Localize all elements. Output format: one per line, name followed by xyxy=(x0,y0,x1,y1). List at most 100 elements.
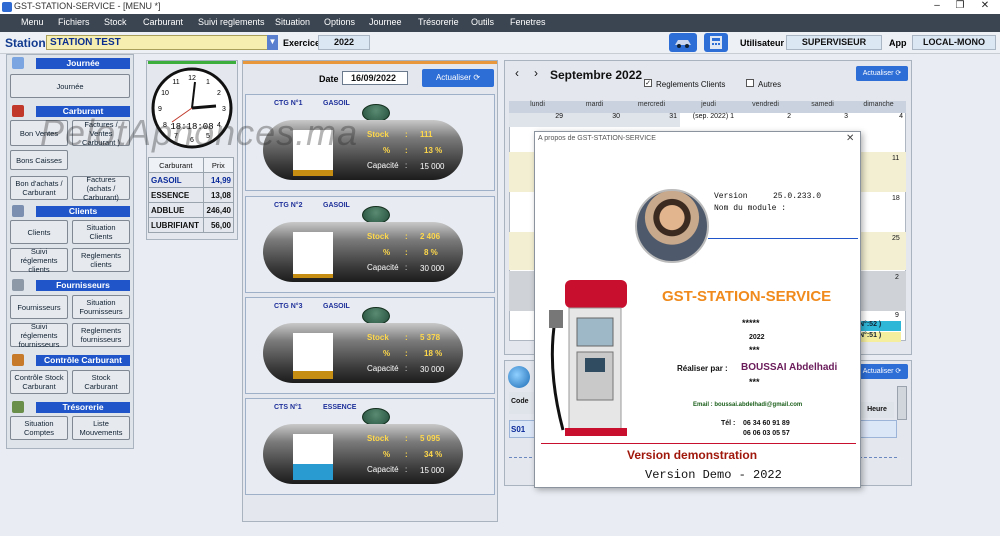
menu-outils[interactable]: Outils xyxy=(471,17,494,27)
reglements-fournisseurs-button[interactable]: Reglements fournisseurs xyxy=(72,323,130,347)
demo-title: Version demonstration xyxy=(627,448,758,462)
liste-mouvements-button[interactable]: Liste Mouvements xyxy=(72,416,130,440)
capacity-value: 15 000 xyxy=(420,466,445,475)
lower-refresh-button[interactable]: Actualiser ⟳ xyxy=(856,364,908,379)
clock-num-10: 10 xyxy=(161,90,169,97)
situation-fournisseurs-button[interactable]: Situation Fournisseurs xyxy=(72,295,130,319)
globe-icon xyxy=(508,366,530,388)
stars: ***** xyxy=(742,318,760,328)
row-code: S01 xyxy=(511,425,526,434)
calendar-day[interactable]: 2 xyxy=(737,113,794,127)
stock-carburant-button[interactable]: Stock Carburant xyxy=(72,370,130,394)
suivi-reglements-clients-button[interactable]: Suivi réglements clients xyxy=(10,247,68,274)
day-sat: samedi xyxy=(811,101,834,108)
situation-comptes-button[interactable]: Situation Comptes xyxy=(10,416,68,440)
calendar-day[interactable]: (sep. 2022) 1 xyxy=(680,113,737,127)
pct-value: 13 % xyxy=(424,146,443,155)
clients-button[interactable]: Clients xyxy=(10,220,68,244)
calendar-day[interactable]: 9 xyxy=(895,312,899,319)
station-select[interactable]: STATION TEST xyxy=(46,35,268,50)
event-badge[interactable]: N°:52 ) xyxy=(859,321,901,331)
app-icon xyxy=(2,2,12,12)
reglements-checkbox[interactable]: ✓ xyxy=(644,79,652,87)
controle-stock-button[interactable]: Contrôle Stock Carburant xyxy=(10,370,68,394)
tel-1: 06 34 60 91 89 xyxy=(743,420,790,427)
calendar-day[interactable]: 3 xyxy=(794,113,851,127)
suivi-reglements-fournisseurs-button[interactable]: Suivi réglements fournisseurs xyxy=(10,322,68,349)
tank-type: GASOIL xyxy=(323,303,350,310)
stock-value: 5 095 xyxy=(420,434,441,443)
menu-fichiers[interactable]: Fichiers xyxy=(58,17,90,27)
about-dialog: A propos de GST-STATION-SERVICE ✕ Versio… xyxy=(534,131,861,488)
tel-label: Tél : xyxy=(721,420,736,427)
menu-carburant[interactable]: Carburant xyxy=(143,17,183,27)
tank-type: ESSENCE xyxy=(323,404,357,411)
calendar-day[interactable]: 18 xyxy=(892,195,900,202)
actualiser-button[interactable]: Actualiser ⟳ xyxy=(422,69,494,87)
menu-suivi-reglements[interactable]: Suivi reglements xyxy=(198,17,265,27)
calendar-refresh-button[interactable]: Actualiser ⟳ xyxy=(856,66,908,81)
exercice-field[interactable]: 2022 xyxy=(318,35,370,50)
section-controle: Contrôle Carburant xyxy=(36,355,130,366)
reglements-clients-button[interactable]: Reglements clients xyxy=(72,248,130,272)
price-header-carburant: Carburant xyxy=(148,157,204,173)
calendar-day[interactable]: 11 xyxy=(892,155,899,162)
fuel-price: 13,08 xyxy=(202,187,235,203)
author-label: Réaliser par : xyxy=(677,364,728,373)
fournisseurs-button[interactable]: Fournisseurs xyxy=(10,295,68,319)
capacity-label: Capacité xyxy=(367,161,399,170)
car-icon[interactable] xyxy=(669,33,697,52)
exercice-label: Exercice xyxy=(283,38,321,48)
author-name: BOUSSAI Abdelhadi xyxy=(741,362,838,373)
menu-situation[interactable]: Situation xyxy=(275,17,310,27)
menu-stock[interactable]: Stock xyxy=(104,17,127,27)
station-label: Station xyxy=(5,36,46,50)
truck-icon xyxy=(12,279,24,291)
chevron-down-icon[interactable]: ▼ xyxy=(267,35,278,50)
bon-achats-button[interactable]: Bon d'achats / Carburant xyxy=(10,176,68,200)
minimize-icon[interactable]: – xyxy=(930,0,944,11)
accent-bar xyxy=(243,61,497,64)
next-month-icon[interactable]: › xyxy=(534,66,538,80)
calculator-icon[interactable] xyxy=(704,33,728,52)
situation-clients-button[interactable]: Situation Clients xyxy=(72,220,130,244)
price-table: Carburant Prix GASOIL 14,99 ESSENCE 13,08 A… xyxy=(148,157,235,233)
calendar-day[interactable]: 2 xyxy=(895,274,899,281)
day-tue: mardi xyxy=(585,101,604,108)
table-row[interactable]: GASOIL 14,99 xyxy=(148,172,235,188)
table-row[interactable]: ESSENCE 13,08 xyxy=(148,187,235,203)
pct-value: 8 % xyxy=(424,248,438,257)
close-icon[interactable]: ✕ xyxy=(846,133,854,144)
factures-achats-button[interactable]: Factures (achats / Carburant) xyxy=(72,175,130,202)
heure-header: Heure xyxy=(860,402,894,418)
journee-button[interactable]: Journée xyxy=(10,74,130,98)
calendar-day[interactable]: 31 xyxy=(623,113,680,127)
event-badge[interactable]: N°:51 ) xyxy=(859,332,901,342)
day-fri: vendredi xyxy=(752,101,779,108)
menu-menu[interactable]: Menu xyxy=(21,17,44,27)
fuel-name: ADBLUE xyxy=(148,202,204,218)
prev-month-icon[interactable]: ‹ xyxy=(515,66,519,80)
menu-journee[interactable]: Journee xyxy=(369,17,402,27)
calendar-day[interactable]: 29 xyxy=(509,113,566,127)
code-header: Code xyxy=(509,392,537,414)
date-field[interactable]: 16/09/2022 xyxy=(342,71,408,85)
calendar-day[interactable]: 30 xyxy=(566,113,623,127)
autres-checkbox[interactable] xyxy=(746,79,754,87)
close-icon[interactable]: ✕ xyxy=(978,0,992,11)
table-row[interactable]: LUBRIFIANT 56,00 xyxy=(148,217,235,233)
calendar-day[interactable]: 4 xyxy=(851,113,906,127)
section-fournisseurs: Fournisseurs xyxy=(36,280,130,291)
capacity-sep: : xyxy=(405,465,408,474)
scrollbar[interactable] xyxy=(897,386,907,420)
menu-options[interactable]: Options xyxy=(324,17,355,27)
menu-fenetres[interactable]: Fenetres xyxy=(510,17,546,27)
table-row[interactable]: ADBLUE 246,40 xyxy=(148,202,235,218)
restore-icon[interactable]: ❐ xyxy=(953,0,967,11)
menu-tresorerie[interactable]: Trésorerie xyxy=(418,17,459,27)
tank-name: CTS N°1 xyxy=(274,404,302,411)
stock-label: Stock xyxy=(367,130,389,139)
tank-window xyxy=(293,232,333,278)
calendar-day[interactable]: 25 xyxy=(892,235,900,242)
stock-sep: : xyxy=(405,232,408,241)
